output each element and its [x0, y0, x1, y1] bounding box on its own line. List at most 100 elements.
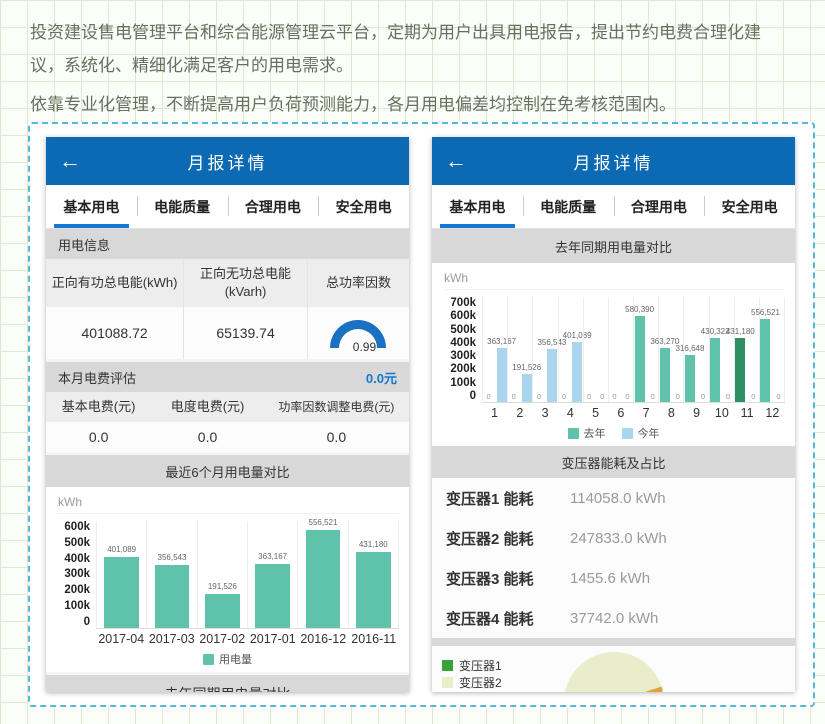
- series-slot: 0: [773, 298, 783, 402]
- bar-group: 0356,543: [533, 298, 557, 402]
- x-tick-label: 2016-11: [349, 628, 400, 646]
- usage-info-section-header: 用电信息: [46, 229, 409, 259]
- transformer-row-2: 变压器2 能耗 247833.0 kWh: [432, 518, 795, 558]
- intro-paragraph-2: 依靠专业化管理，不断提高用户负荷预测能力，各月用电偏差均控制在免考核范围内。: [30, 88, 791, 121]
- legend-label: 今年: [638, 425, 660, 441]
- legend-label: 去年: [584, 425, 606, 441]
- series-slot: 191,526: [522, 298, 532, 402]
- tab-reasonable-power[interactable]: 合理用电: [228, 185, 319, 228]
- series-slot: 0: [648, 298, 658, 402]
- tab-power-quality[interactable]: 电能质量: [137, 185, 228, 228]
- legend-swatch-transformer2: [442, 677, 453, 688]
- series-slot: 401,089: [572, 298, 582, 402]
- bar-今年-month-3: [547, 349, 557, 402]
- x-tick-label: 2016-12: [298, 628, 349, 646]
- usage-header-active-energy: 正向有功总电能(kWh): [46, 259, 183, 307]
- app-bar: ← 月报详情: [46, 137, 409, 185]
- tab-reasonable-power[interactable]: 合理用电: [614, 185, 705, 228]
- zero-value-label: 0: [612, 392, 616, 401]
- zero-value-label: 0: [651, 392, 655, 401]
- tab-safe-power[interactable]: 安全用电: [704, 185, 795, 228]
- bill-total-value: 0.0元: [366, 368, 397, 387]
- tab-power-quality[interactable]: 电能质量: [523, 185, 614, 228]
- bar-group: 0 401,089: [559, 298, 583, 402]
- y-tick-label: 400k: [450, 338, 476, 349]
- bar-去年-month-8: [660, 348, 670, 402]
- transformer-4-value: 37742.0 kWh: [570, 610, 658, 627]
- yoy-grouped-bar-chart: kWh 700k600k500k400k300k200k100k0 0363,1…: [432, 263, 795, 446]
- bill-basic-value: 0.0: [46, 422, 151, 452]
- intro-text-block: 投资建设售电管理平台和综合能源管理云平台，定期为用户出具用电报告，提出节约电费合…: [0, 0, 825, 121]
- bar-2017-03: [155, 565, 190, 628]
- tab-label: 电能质量: [154, 197, 210, 217]
- back-arrow-icon[interactable]: ←: [46, 137, 94, 185]
- yoy-section-title-left: 去年同期用电量对比: [165, 684, 291, 692]
- series-slot: 0: [723, 298, 733, 402]
- series-slot: 0: [484, 298, 494, 402]
- back-arrow-icon[interactable]: ←: [432, 137, 480, 185]
- x-tick-label: 9: [684, 402, 709, 420]
- zero-value-label: 0: [676, 392, 680, 401]
- yoy-section-header-left: 去年同期用电量对比: [46, 675, 409, 692]
- bar-2016-12: [306, 530, 341, 628]
- phone-screenshot-right: ← 月报详情 基本用电电能质量合理用电安全用电 去年同期用电量对比 kWh 70…: [432, 137, 795, 692]
- y-tick-label: 500k: [64, 538, 90, 549]
- zero-value-label: 0: [562, 392, 566, 401]
- y-axis: 700k600k500k400k300k200k100k0: [442, 298, 482, 402]
- page-title: 月报详情: [94, 149, 361, 174]
- transformer-4-label: 变压器4 能耗: [446, 608, 558, 629]
- chart-column: 431,180: [348, 522, 399, 628]
- chart-column: 0191,526: [507, 298, 532, 402]
- y-tick-label: 200k: [64, 585, 90, 596]
- y-tick-label: 100k: [450, 378, 476, 389]
- y-tick-label: 100k: [64, 601, 90, 612]
- chart-column: 401,089: [96, 522, 146, 628]
- zero-value-label: 0: [776, 392, 780, 401]
- y-tick-label: 0: [470, 391, 476, 402]
- bar-去年-month-12: [760, 319, 770, 402]
- x-axis-labels: 2017-042017-032017-022017-012016-122016-…: [96, 628, 399, 646]
- zero-value-label: 0: [726, 392, 730, 401]
- x-tick-label: 3: [533, 402, 558, 420]
- transformer-row-4: 变压器4 能耗 37742.0 kWh: [432, 598, 795, 638]
- series-slot: 0: [534, 298, 544, 402]
- reactive-energy-value: 65139.74: [183, 307, 308, 359]
- y-tick-label: 0: [84, 617, 90, 628]
- page-title: 月报详情: [480, 149, 747, 174]
- bar-group: 00: [584, 298, 608, 402]
- usage-info-title: 用电信息: [58, 235, 110, 254]
- chart-column: 363,167: [247, 522, 297, 628]
- chart-column: 0356,543: [532, 298, 557, 402]
- y-axis-unit-label: kWh: [444, 271, 785, 290]
- zero-value-label: 0: [625, 392, 629, 401]
- transformer-row-1: 变压器1 能耗 114058.0 kWh: [432, 478, 795, 518]
- x-axis-labels: 123456789101112: [482, 402, 785, 420]
- bar-去年-month-11: [735, 338, 745, 402]
- usage-header-power-factor: 总功率因数: [308, 259, 409, 307]
- tab-label: 基本用电: [449, 197, 505, 217]
- tab-basic-power[interactable]: 基本用电: [46, 185, 137, 228]
- chart-legend: 用电量: [56, 646, 399, 670]
- chart-column: 0 401,089: [558, 298, 583, 402]
- bar-value-label: 363,167: [258, 552, 287, 561]
- tab-basic-power[interactable]: 基本用电: [432, 185, 523, 228]
- series-slot: 0: [509, 298, 519, 402]
- bill-section-title: 本月电费评估: [58, 368, 136, 387]
- usage-header-reactive-energy: 正向无功总电能 (kVarh): [183, 259, 308, 307]
- tab-safe-power[interactable]: 安全用电: [318, 185, 409, 228]
- legend-item: 去年: [568, 425, 606, 441]
- plot-area: 0363,1670191,5260356,5430401,0890000580,…: [482, 298, 785, 403]
- tab-bar: 基本用电电能质量合理用电安全用电: [432, 185, 795, 229]
- bar-group: 0191,526: [508, 298, 532, 402]
- series-slot: 0: [559, 298, 569, 402]
- series-slot: 430,322: [710, 298, 720, 402]
- bar-今年-month-2: [522, 374, 532, 402]
- x-tick-label: 5: [583, 402, 608, 420]
- bar-value-label: 191,526: [208, 582, 237, 591]
- bill-header-pf-adjust: 功率因数调整电费(元): [264, 392, 409, 422]
- series-slot: 0: [698, 298, 708, 402]
- zero-value-label: 0: [537, 392, 541, 401]
- zero-value-label: 0: [486, 392, 490, 401]
- bar-2016-11: [356, 552, 391, 628]
- recent6-chart-title: 最近6个月用电量对比: [165, 462, 289, 481]
